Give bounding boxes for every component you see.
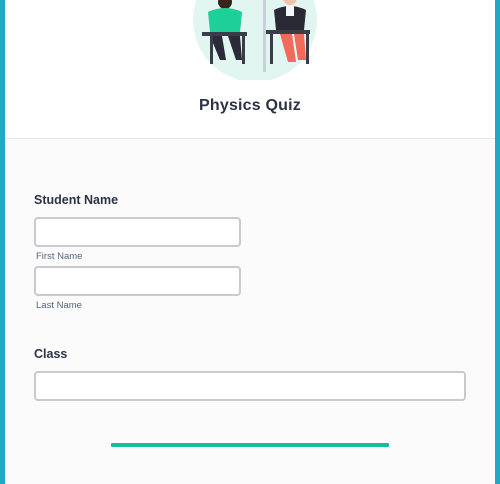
first-name-sublabel: First Name <box>36 251 83 262</box>
form-progress-bar <box>111 443 389 447</box>
class-input[interactable] <box>34 371 466 401</box>
students-studying-illustration-icon <box>180 0 330 80</box>
last-name-input[interactable] <box>34 266 241 296</box>
student-name-label: Student Name <box>34 193 119 207</box>
class-label: Class <box>34 347 68 361</box>
first-name-input[interactable] <box>34 217 241 247</box>
form-frame: Physics Quiz Student Name First Name Las… <box>0 0 500 484</box>
form-header: Physics Quiz <box>5 0 495 139</box>
form-title: Physics Quiz <box>199 97 301 114</box>
form-progress-fill <box>111 443 389 447</box>
last-name-sublabel: Last Name <box>36 300 82 311</box>
